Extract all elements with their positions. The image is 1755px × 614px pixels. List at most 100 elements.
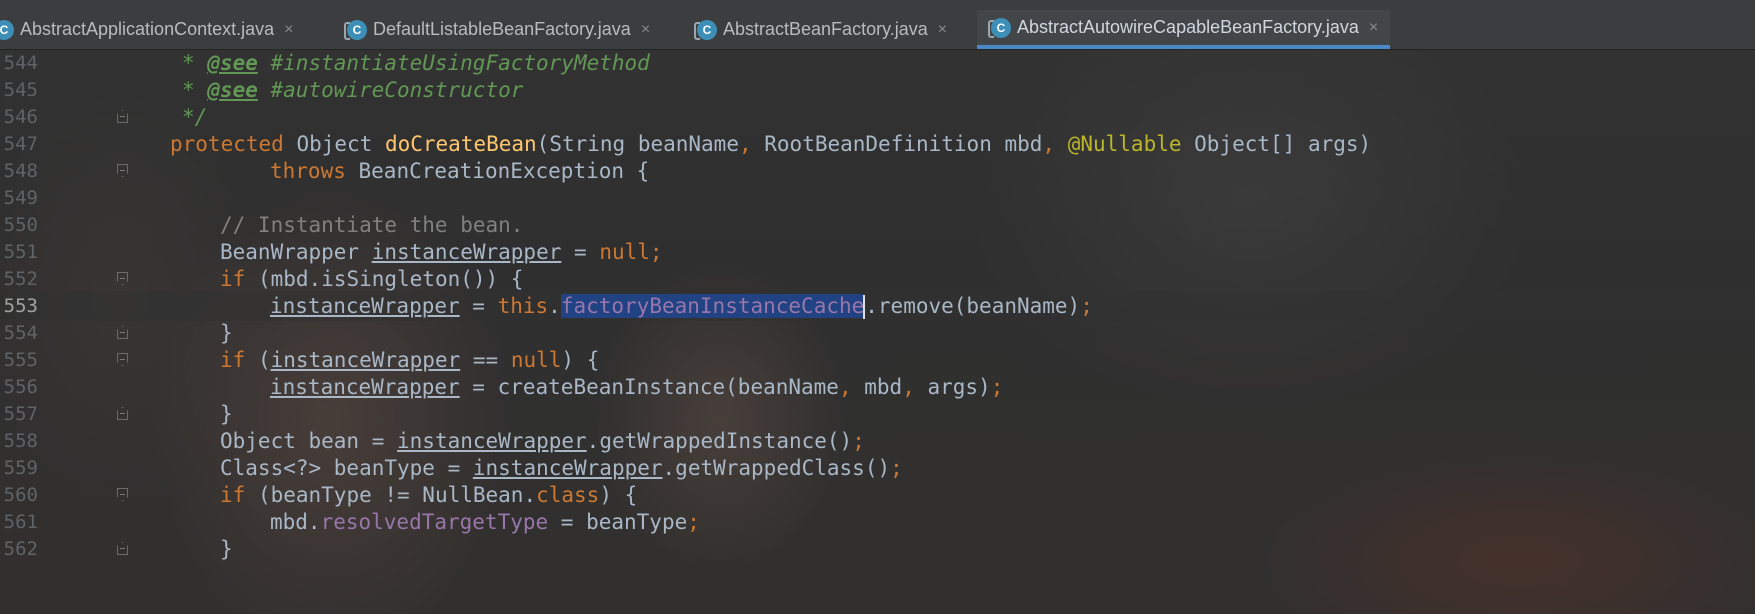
- close-icon[interactable]: ×: [284, 21, 293, 39]
- code-token: @Nullable: [1067, 132, 1195, 156]
- code-line[interactable]: 561 mbd.resolvedTargetType = beanType;: [0, 507, 1755, 537]
- line-number[interactable]: 552: [0, 264, 38, 294]
- tab-abstract-autowire-capable-bean-factory[interactable]: C AbstractAutowireCapableBeanFactory.jav…: [977, 10, 1391, 49]
- code-line[interactable]: 558 Object bean = instanceWrapper.getWrap…: [0, 426, 1755, 456]
- code-token: instanceWrapper: [397, 429, 587, 453]
- selected-token: factoryBeanInstanceCache: [560, 294, 865, 318]
- code-text: }: [220, 399, 233, 429]
- code-token: }: [220, 321, 233, 345]
- code-line[interactable]: 548 throws BeanCreationException {: [0, 156, 1755, 186]
- code-line[interactable]: 554}: [0, 318, 1755, 348]
- line-number[interactable]: 560: [0, 480, 38, 510]
- code-line[interactable]: 560 if (beanType != NullBean.class) {: [0, 480, 1755, 510]
- code-token: ,: [838, 375, 865, 399]
- code-token: args): [927, 375, 991, 399]
- code-token: mbd.: [270, 510, 321, 534]
- fold-marker-icon[interactable]: [117, 272, 128, 285]
- code-text: * @see #autowireConstructor: [182, 75, 523, 105]
- code-token: }: [220, 402, 233, 426]
- tab-default-listable-bean-factory[interactable]: C DefaultListableBeanFactory.java ×: [344, 10, 650, 49]
- code-line[interactable]: 546 */: [0, 102, 1755, 132]
- fold-marker-icon[interactable]: [117, 326, 128, 339]
- code-token: ;: [1080, 294, 1093, 318]
- code-line[interactable]: 550 // Instantiate the bean.: [0, 210, 1755, 240]
- code-token: #instantiateUsingFactoryMethod: [257, 51, 650, 75]
- line-number[interactable]: 561: [0, 507, 38, 537]
- tab-abstract-bean-factory[interactable]: C AbstractBeanFactory.java ×: [694, 10, 947, 49]
- code-token: ,: [738, 132, 765, 156]
- tab-abstract-application-context[interactable]: C AbstractApplicationContext.java ×: [0, 10, 293, 49]
- code-token: Object[] args): [1194, 132, 1372, 156]
- code-token: ;: [890, 456, 903, 480]
- line-number[interactable]: 547: [0, 129, 38, 159]
- code-token: BeanWrapper: [220, 240, 372, 264]
- code-token: instanceWrapper: [371, 240, 562, 264]
- line-number[interactable]: 544: [0, 48, 38, 78]
- line-number[interactable]: 548: [0, 156, 38, 186]
- code-line[interactable]: 557}: [0, 399, 1755, 429]
- line-number[interactable]: 551: [0, 237, 38, 267]
- code-token: RootBeanDefinition mbd: [764, 132, 1043, 156]
- fold-marker-icon[interactable]: [117, 110, 128, 123]
- code-token: ,: [902, 375, 928, 399]
- code-token: null: [510, 348, 562, 372]
- fold-marker-icon[interactable]: [117, 407, 128, 420]
- code-line[interactable]: 552 if (mbd.isSingleton()) {: [0, 264, 1755, 294]
- fold-marker-icon[interactable]: [117, 488, 128, 501]
- line-number[interactable]: 546: [0, 102, 38, 132]
- code-text: if (instanceWrapper == null) {: [220, 345, 599, 375]
- line-number[interactable]: 559: [0, 453, 38, 483]
- tab-label: AbstractBeanFactory.java: [723, 19, 928, 39]
- fold-marker-icon[interactable]: [117, 353, 128, 366]
- code-line[interactable]: 553 instanceWrapper = this.factoryBeanIns…: [0, 291, 1755, 321]
- close-icon[interactable]: ×: [1369, 19, 1378, 37]
- code-token: #autowireConstructor: [257, 78, 524, 102]
- class-icon: C: [988, 17, 1011, 38]
- code-line[interactable]: 556 instanceWrapper = createBeanInstance(…: [0, 372, 1755, 402]
- line-number[interactable]: 562: [0, 534, 38, 564]
- line-number[interactable]: 556: [0, 372, 38, 402]
- code-token: instanceWrapper: [270, 294, 460, 318]
- code-line[interactable]: 549: [0, 183, 1755, 213]
- code-token: ) {: [599, 483, 638, 507]
- code-token: if: [220, 348, 258, 372]
- code-token: =: [561, 240, 600, 264]
- close-icon[interactable]: ×: [938, 21, 947, 39]
- line-number[interactable]: 545: [0, 75, 38, 105]
- line-number[interactable]: 553: [0, 291, 38, 321]
- code-line[interactable]: 562}: [0, 534, 1755, 564]
- code-token: Object bean =: [220, 429, 398, 453]
- code-line[interactable]: 545 * @see #autowireConstructor: [0, 75, 1755, 105]
- line-number[interactable]: 558: [0, 426, 38, 456]
- code-text: Object bean = instanceWrapper.getWrapped…: [220, 426, 865, 456]
- code-token: this: [497, 294, 549, 318]
- code-token: .: [548, 294, 561, 318]
- code-token: *: [182, 78, 208, 102]
- code-editor[interactable]: 544 * @see #instantiateUsingFactoryMethod…: [0, 50, 1755, 614]
- class-icon: C: [694, 19, 717, 40]
- line-number[interactable]: 554: [0, 318, 38, 348]
- code-line[interactable]: 544 * @see #instantiateUsingFactoryMethod: [0, 48, 1755, 78]
- code-token: instanceWrapper: [472, 456, 663, 480]
- close-icon[interactable]: ×: [641, 21, 650, 39]
- code-line[interactable]: 559 Class<?> beanType = instanceWrapper.g…: [0, 453, 1755, 483]
- code-line[interactable]: 555 if (instanceWrapper == null) {: [0, 345, 1755, 375]
- tab-label: DefaultListableBeanFactory.java: [373, 19, 631, 39]
- line-number[interactable]: 557: [0, 399, 38, 429]
- code-line[interactable]: 551 BeanWrapper instanceWrapper = null;: [0, 237, 1755, 267]
- code-text: Class<?> beanType = instanceWrapper.getW…: [220, 453, 903, 483]
- code-token: *: [182, 51, 208, 75]
- code-token: .getWrappedInstance(): [586, 429, 853, 453]
- line-number[interactable]: 549: [0, 183, 38, 213]
- code-token: .remove(beanName): [865, 294, 1081, 318]
- fold-marker-icon[interactable]: [117, 542, 128, 555]
- code-token: Object: [296, 132, 385, 156]
- code-token: protected: [170, 132, 297, 156]
- code-text: throws BeanCreationException {: [270, 156, 649, 186]
- line-number[interactable]: 550: [0, 210, 38, 240]
- code-line[interactable]: 547 protected Object doCreateBean(String …: [0, 129, 1755, 159]
- fold-marker-icon[interactable]: [117, 164, 128, 177]
- code-text: protected Object doCreateBean(String bea…: [170, 129, 1371, 159]
- code-text: instanceWrapper = this.factoryBeanInstan…: [270, 291, 1093, 321]
- line-number[interactable]: 555: [0, 345, 38, 375]
